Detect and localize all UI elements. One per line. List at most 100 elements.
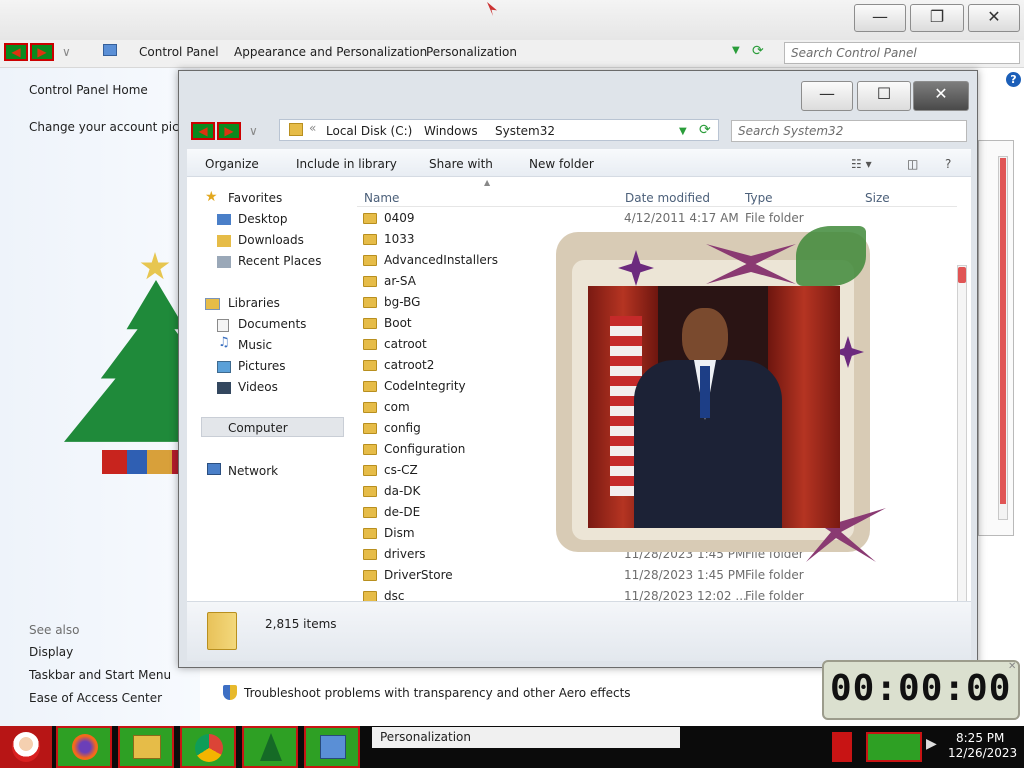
tree-taskbar-button[interactable] bbox=[242, 726, 298, 768]
title-bar: — ❐ ✕ bbox=[0, 0, 1024, 40]
control-panel-taskbar-button[interactable] bbox=[304, 726, 360, 768]
display-link[interactable]: Display bbox=[29, 645, 73, 659]
search-input[interactable]: Search Control Panel bbox=[784, 42, 1020, 64]
file-row[interactable]: DriverStore 11/28/2023 1:45 PM File folder bbox=[363, 565, 953, 586]
file-name: 0409 bbox=[384, 211, 415, 225]
history-chevron-icon[interactable]: ∨ bbox=[62, 45, 71, 59]
change-account-picture-link[interactable]: Change your account pictur bbox=[29, 120, 196, 134]
folder-icon bbox=[289, 123, 303, 136]
stopwatch-gadget: 00:00:00 ✕ bbox=[822, 660, 1020, 720]
breadcrumb-personalization[interactable]: Personalization bbox=[426, 45, 517, 59]
details-pane: 2,815 items bbox=[187, 601, 971, 661]
minimize-button[interactable]: — bbox=[854, 4, 906, 32]
shield-icon bbox=[223, 685, 237, 700]
tree-icon bbox=[260, 733, 282, 761]
file-row[interactable]: 0409 4/12/2011 4:17 AM File folder bbox=[363, 208, 953, 229]
clock-time[interactable]: 8:25 PM bbox=[956, 731, 1004, 745]
folder-icon bbox=[363, 507, 377, 518]
ease-of-access-link[interactable]: Ease of Access Center bbox=[29, 691, 162, 705]
breadcrumb-control-panel[interactable]: Control Panel bbox=[139, 45, 219, 59]
color-panel-edge bbox=[978, 140, 1014, 536]
item-count: 2,815 items bbox=[265, 617, 337, 631]
control-panel-taskbar-icon bbox=[320, 735, 346, 759]
explorer-forward-button[interactable]: ▶ bbox=[217, 122, 241, 140]
explorer-search-input[interactable]: Search System32 bbox=[731, 120, 967, 142]
breadcrumb-local-disk[interactable]: Local Disk (C:) bbox=[326, 124, 412, 138]
explorer-history-chevron-icon[interactable]: ∨ bbox=[249, 124, 258, 138]
chrome-taskbar-button[interactable] bbox=[180, 726, 236, 768]
firefox-taskbar-button[interactable] bbox=[56, 726, 112, 768]
firefox-icon bbox=[72, 734, 98, 760]
folder-icon bbox=[363, 297, 377, 308]
dropdown-chevron-icon[interactable]: ▼ bbox=[732, 45, 740, 56]
close-button[interactable]: ✕ bbox=[968, 4, 1020, 32]
refresh-icon[interactable]: ⟳ bbox=[752, 43, 764, 59]
folder-icon bbox=[363, 234, 377, 245]
file-name: da-DK bbox=[384, 484, 421, 498]
file-name: catroot2 bbox=[384, 358, 435, 372]
file-date: 4/12/2011 4:17 AM bbox=[624, 211, 739, 225]
taskbar: Personalization ▶ 8:25 PM 12/26/2023 bbox=[0, 726, 1024, 768]
address-bar: ◀ ▶ ∨ Control Panel Appearance and Perso… bbox=[0, 40, 1024, 68]
person-tie bbox=[700, 366, 710, 418]
file-type: File folder bbox=[745, 568, 804, 582]
left-pane: Control Panel Home Change your account p… bbox=[0, 68, 248, 726]
file-name: drivers bbox=[384, 547, 426, 561]
taskbar-start-menu-link[interactable]: Taskbar and Start Menu bbox=[29, 668, 171, 682]
tray-volume-icon[interactable]: ▶ bbox=[926, 736, 942, 756]
breadcrumb-windows[interactable]: Windows bbox=[424, 124, 478, 138]
explorer-taskbar-button[interactable] bbox=[118, 726, 174, 768]
clock-date[interactable]: 12/26/2023 bbox=[948, 746, 1017, 760]
folder-icon bbox=[363, 423, 377, 434]
control-panel-icon bbox=[103, 44, 117, 56]
folder-icon bbox=[363, 570, 377, 581]
breadcrumb-overflow-icon[interactable]: « bbox=[309, 121, 316, 135]
file-name: 1033 bbox=[384, 232, 415, 246]
file-name: Configuration bbox=[384, 442, 466, 456]
folder-icon bbox=[363, 549, 377, 560]
folder-icon bbox=[363, 339, 377, 350]
file-name: AdvancedInstallers bbox=[384, 253, 498, 267]
chrome-icon bbox=[195, 734, 223, 762]
santa-icon bbox=[12, 732, 40, 762]
explorer-back-button[interactable]: ◀ bbox=[191, 122, 215, 140]
file-name: Dism bbox=[384, 526, 415, 540]
file-list-scrollbar-thumb[interactable] bbox=[958, 267, 966, 283]
file-list-scrollbar[interactable] bbox=[957, 265, 967, 605]
explorer-close-button[interactable]: ✕ bbox=[913, 81, 969, 111]
tray-flag-icon[interactable] bbox=[832, 732, 852, 762]
gadget-close-icon[interactable]: ✕ bbox=[1008, 661, 1016, 672]
active-window-label: Personalization bbox=[380, 730, 471, 744]
folder-icon bbox=[363, 486, 377, 497]
scrollbar-thumb[interactable] bbox=[1000, 158, 1006, 504]
explorer-dropdown-icon[interactable]: ▼ bbox=[679, 126, 687, 137]
maximize-button[interactable]: ❐ bbox=[910, 4, 964, 32]
start-button[interactable] bbox=[0, 726, 52, 768]
explorer-refresh-icon[interactable]: ⟳ bbox=[699, 122, 711, 138]
file-name: DriverStore bbox=[384, 568, 453, 582]
folder-icon bbox=[363, 213, 377, 224]
explorer-minimize-button[interactable]: — bbox=[801, 81, 853, 111]
folder-icon bbox=[363, 318, 377, 329]
explorer-maximize-button[interactable]: ☐ bbox=[857, 81, 911, 111]
troubleshoot-link[interactable]: Troubleshoot problems with transparency … bbox=[244, 686, 631, 700]
folder-icon bbox=[363, 276, 377, 287]
stopwatch-display: 00:00:00 bbox=[830, 668, 1012, 709]
folder-icon bbox=[363, 255, 377, 266]
active-window-button[interactable]: Personalization bbox=[372, 727, 680, 748]
breadcrumb-appearance[interactable]: Appearance and Personalization bbox=[234, 45, 427, 59]
breadcrumb-system32[interactable]: System32 bbox=[495, 124, 555, 138]
explorer-icon bbox=[133, 735, 161, 759]
folder-icon bbox=[363, 402, 377, 413]
forward-button[interactable]: ▶ bbox=[30, 43, 54, 61]
tray-network-icon[interactable] bbox=[866, 732, 922, 762]
back-button[interactable]: ◀ bbox=[4, 43, 28, 61]
folder-icon bbox=[363, 360, 377, 371]
help-icon[interactable]: ? bbox=[1006, 72, 1021, 87]
folder-icon bbox=[363, 465, 377, 476]
file-type: File folder bbox=[745, 211, 804, 225]
portrait-photo bbox=[588, 286, 840, 528]
star-icon bbox=[140, 252, 170, 280]
control-panel-home-link[interactable]: Control Panel Home bbox=[29, 83, 148, 97]
person-head bbox=[682, 308, 728, 366]
